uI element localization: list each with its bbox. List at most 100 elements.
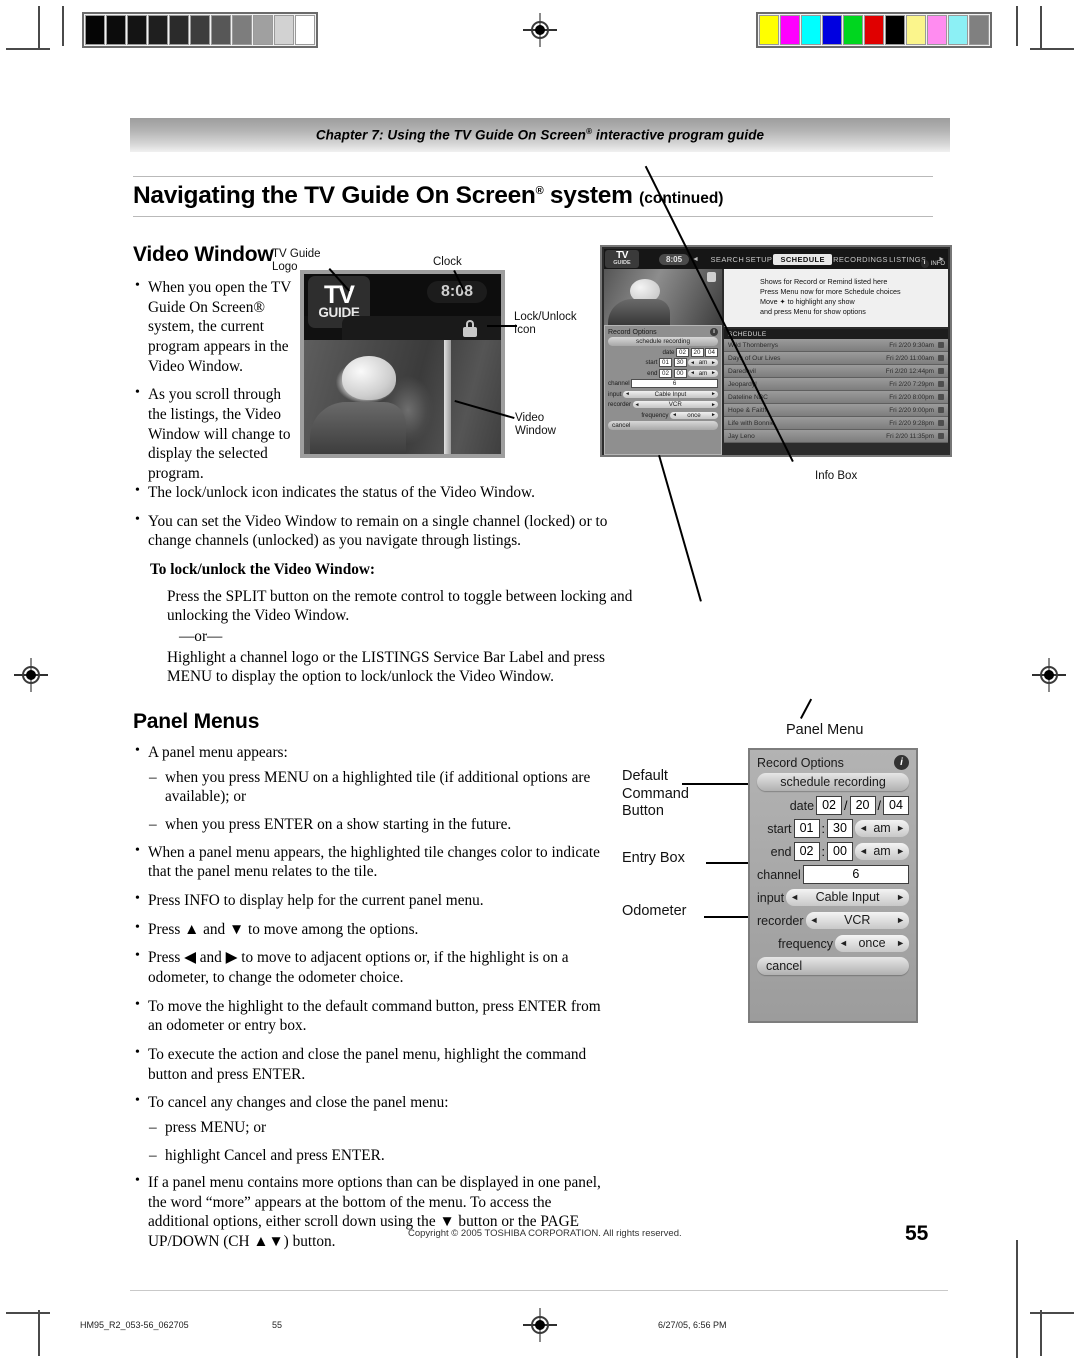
channel-row: channel 6 bbox=[757, 865, 909, 884]
input-value: Cable Input bbox=[815, 890, 880, 904]
list-item: press MENU; or bbox=[148, 1118, 603, 1138]
table-row[interactable]: Daredevil Fri 2/20 12:44pm bbox=[724, 365, 948, 378]
end-ampm-odometer[interactable]: ◄ am ► bbox=[688, 369, 718, 377]
callout-panel-menu-title: Panel Menu bbox=[786, 722, 864, 738]
lock-icon bbox=[463, 320, 477, 337]
cancel-button[interactable]: cancel bbox=[757, 957, 909, 975]
table-row[interactable]: Days of Our Lives Fri 2/20 11:00am bbox=[724, 352, 948, 365]
mini-panel-title: Record Options bbox=[608, 328, 657, 336]
arrow-right-icon[interactable]: ► bbox=[896, 843, 905, 860]
arrow-right-icon[interactable]: ► bbox=[711, 402, 716, 408]
arrow-right-icon[interactable]: ► bbox=[896, 935, 905, 952]
info-box-line: Shows for Record or Remind listed here bbox=[760, 277, 888, 286]
list-item: If a panel menu contains more options th… bbox=[133, 1172, 603, 1252]
list-item: When you open the TV Guide On Screen® sy… bbox=[133, 277, 293, 376]
record-status-icon bbox=[938, 420, 944, 426]
arrow-left-icon[interactable]: ◄ bbox=[672, 412, 677, 418]
table-row[interactable]: Wild Thornberrys Fri 2/20 9:30am bbox=[724, 339, 948, 352]
chapter-header-band: Chapter 7: Using the TV Guide On Screen®… bbox=[130, 118, 950, 152]
arrow-right-icon[interactable]: ► bbox=[711, 391, 716, 397]
table-row[interactable]: Jay Leno Fri 2/20 11:35pm bbox=[724, 430, 948, 443]
arrow-right-icon[interactable]: ► bbox=[896, 820, 905, 837]
callout-tv-guide-logo: TV Guide Logo bbox=[272, 248, 321, 273]
osd-nav-schedule[interactable]: SCHEDULE bbox=[773, 253, 832, 265]
arrow-right-icon[interactable]: ► bbox=[896, 912, 905, 929]
schedule-recording-button[interactable]: schedule recording bbox=[608, 337, 718, 346]
end-minute-field[interactable]: 00 bbox=[827, 842, 853, 861]
recorder-odometer[interactable]: ◄ VCR ► bbox=[805, 912, 909, 929]
frequency-odometer[interactable]: ◄ once ► bbox=[670, 411, 718, 419]
input-odometer[interactable]: ◄ Cable Input ► bbox=[786, 889, 909, 906]
date-month-field[interactable]: 02 bbox=[676, 347, 689, 357]
schedule-recording-button[interactable]: schedule recording bbox=[757, 773, 909, 791]
frequency-value: once bbox=[687, 411, 701, 419]
clock-display: 8:08 bbox=[427, 281, 487, 303]
end-minute-field[interactable]: 00 bbox=[673, 368, 687, 378]
date-day-field[interactable]: 20 bbox=[849, 796, 876, 815]
schedule-datetime: Fri 2/20 9:28pm bbox=[889, 419, 934, 427]
date-year-field[interactable]: 04 bbox=[883, 796, 909, 815]
cancel-button[interactable]: cancel bbox=[608, 421, 718, 430]
end-ampm-odometer[interactable]: ◄ am ► bbox=[855, 843, 909, 860]
info-box-text: Shows for Record or Remind listed here Pr… bbox=[760, 277, 948, 317]
start-ampm-value: am bbox=[873, 821, 891, 835]
channel-field[interactable]: 6 bbox=[631, 379, 718, 388]
list-item: The lock/unlock icon indicates the statu… bbox=[133, 482, 633, 503]
arrow-left-icon[interactable]: ◄ bbox=[690, 370, 695, 376]
end-hour-field[interactable]: 02 bbox=[659, 368, 672, 378]
arrow-left-icon[interactable]: ◄ bbox=[625, 391, 630, 397]
input-label: input bbox=[757, 890, 785, 905]
osd-nav-setup[interactable]: SETUP bbox=[745, 255, 772, 264]
arrow-left-icon[interactable]: ◄ bbox=[635, 402, 640, 408]
arrow-left-icon[interactable]: ◄ bbox=[690, 360, 695, 366]
arrow-right-icon[interactable]: ► bbox=[896, 889, 905, 906]
page-number: 55 bbox=[905, 1222, 929, 1245]
start-hour-field[interactable]: 01 bbox=[793, 819, 820, 838]
channel-label: channel bbox=[757, 867, 801, 882]
arrow-left-icon[interactable]: ◄ bbox=[859, 843, 868, 860]
schedule-datetime: Fri 2/20 12:44pm bbox=[885, 367, 934, 375]
arrow-left-icon[interactable]: ◄ bbox=[810, 912, 819, 929]
start-ampm-odometer[interactable]: ◄ am ► bbox=[855, 820, 909, 837]
schedule-datetime: Fri 2/20 11:00am bbox=[886, 354, 934, 362]
date-separator: / bbox=[877, 798, 881, 813]
leader-line-lock bbox=[487, 325, 517, 327]
copyright-notice: Copyright © 2005 TOSHIBA CORPORATION. Al… bbox=[408, 1228, 682, 1239]
end-hour-field[interactable]: 02 bbox=[793, 842, 820, 861]
recorder-odometer[interactable]: ◄ VCR ► bbox=[632, 401, 718, 408]
channel-field[interactable]: 6 bbox=[802, 865, 909, 884]
callout-clock: Clock bbox=[433, 256, 462, 268]
input-odometer[interactable]: ◄ Cable Input ► bbox=[622, 390, 718, 398]
schedule-datetime: Fri 2/20 7:29pm bbox=[889, 380, 934, 388]
date-separator: / bbox=[844, 798, 848, 813]
mini-panel-menu: Record Options i schedule recording date… bbox=[604, 325, 722, 455]
date-day-field[interactable]: 20 bbox=[690, 347, 704, 357]
start-ampm-odometer[interactable]: ◄ am ► bbox=[688, 359, 718, 366]
figure-tv-guide-on-screen: TV GUIDE 8:05 ◄ SEARCH SETUP SCHEDULE RECOR… bbox=[600, 245, 952, 457]
table-row[interactable]: Hope & Faith Fri 2/20 9:00pm bbox=[724, 404, 948, 417]
start-minute-field[interactable]: 30 bbox=[673, 358, 687, 367]
date-month-field[interactable]: 02 bbox=[816, 796, 843, 815]
info-tag[interactable]: i INFO bbox=[920, 260, 945, 269]
bullet-text: To cancel any changes and close the pane… bbox=[148, 1094, 449, 1112]
date-year-field[interactable]: 04 bbox=[705, 347, 718, 357]
date-label: date bbox=[789, 798, 815, 813]
arrow-right-icon[interactable]: ► bbox=[711, 360, 716, 366]
osd-nav-search[interactable]: SEARCH bbox=[711, 255, 745, 264]
list-item: Press INFO to display help for the curre… bbox=[133, 890, 603, 911]
arrow-right-icon[interactable]: ► bbox=[711, 412, 716, 418]
end-ampm-value: am bbox=[873, 844, 891, 858]
arrow-left-icon[interactable]: ◄ bbox=[859, 820, 868, 837]
info-icon[interactable]: i bbox=[710, 328, 718, 336]
start-minute-field[interactable]: 30 bbox=[827, 819, 853, 838]
osd-nav-recordings[interactable]: RECORDINGS bbox=[833, 255, 888, 264]
arrow-left-icon[interactable]: ◄ bbox=[839, 935, 848, 952]
arrow-right-icon[interactable]: ► bbox=[711, 370, 716, 376]
start-hour-field[interactable]: 01 bbox=[659, 358, 672, 367]
recorder-label: recorder bbox=[608, 401, 632, 408]
frequency-odometer[interactable]: ◄ once ► bbox=[835, 935, 909, 952]
arrow-left-icon[interactable]: ◄ bbox=[790, 889, 799, 906]
info-icon[interactable]: i bbox=[894, 755, 909, 770]
mini-channel-row: channel 6 bbox=[608, 379, 718, 388]
table-row[interactable]: Life with Bonnie Fri 2/20 9:28pm bbox=[724, 417, 948, 430]
